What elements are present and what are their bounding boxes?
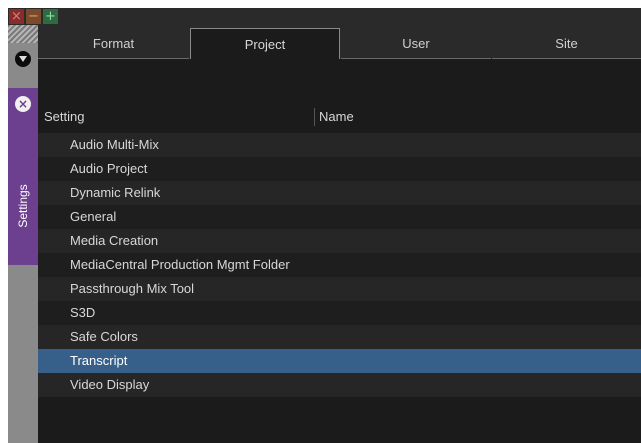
resize-grip[interactable] <box>8 25 38 43</box>
side-strip: × Settings <box>8 25 38 443</box>
table-row[interactable]: Dynamic Relink <box>38 181 641 205</box>
table-header: Setting Name <box>38 107 641 127</box>
table-row[interactable]: S3D <box>38 301 641 325</box>
tab-project[interactable]: Project <box>190 28 340 59</box>
settings-side-tab[interactable]: × Settings <box>8 88 38 265</box>
column-header-setting[interactable]: Setting <box>44 109 84 124</box>
table-row[interactable]: General <box>38 205 641 229</box>
maximize-window-button[interactable]: + <box>43 9 58 24</box>
settings-tab-label: Settings <box>16 184 30 228</box>
table-row[interactable]: MediaCentral Production Mgmt Folder <box>38 253 641 277</box>
column-header-name[interactable]: Name <box>319 109 354 124</box>
table-row[interactable]: Media Creation <box>38 229 641 253</box>
tab-site[interactable]: Site <box>492 28 641 59</box>
minimize-window-button[interactable]: − <box>26 9 41 24</box>
tab-bar: Format Project User Site <box>38 25 641 59</box>
menu-chevron-icon[interactable] <box>15 51 31 67</box>
title-bar: × − + <box>8 8 641 25</box>
tab-format[interactable]: Format <box>38 28 189 59</box>
table-row[interactable]: Passthrough Mix Tool <box>38 277 641 301</box>
close-window-button[interactable]: × <box>9 9 24 24</box>
table-row[interactable]: Audio Multi-Mix <box>38 133 641 157</box>
column-divider[interactable] <box>314 108 315 126</box>
table-row[interactable]: Safe Colors <box>38 325 641 349</box>
table-row-selected[interactable]: Transcript <box>38 349 641 373</box>
settings-window: × − + × Settings Format Project User Sit… <box>8 8 641 443</box>
close-tab-icon[interactable]: × <box>15 96 31 112</box>
table-row[interactable]: Video Display <box>38 373 641 397</box>
table-row[interactable]: Audio Project <box>38 157 641 181</box>
main-panel: Format Project User Site Setting Name Au… <box>38 25 641 443</box>
settings-list: Audio Multi-Mix Audio Project Dynamic Re… <box>38 133 641 397</box>
tab-user[interactable]: User <box>341 28 491 59</box>
